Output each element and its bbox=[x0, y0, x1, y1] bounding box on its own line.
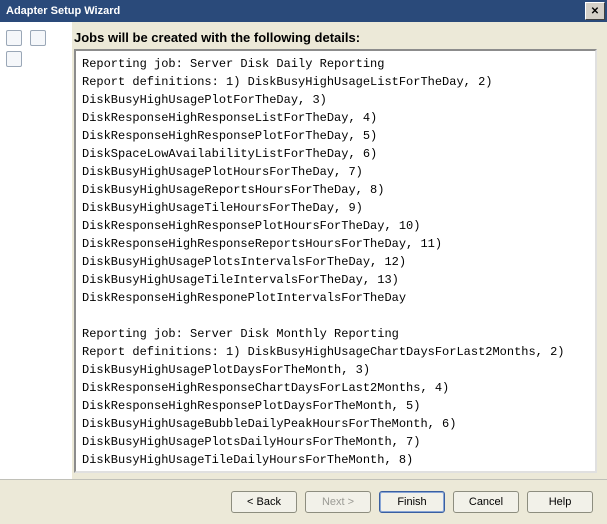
wizard-button-bar: < Back Next > Finish Cancel Help bbox=[0, 479, 607, 524]
wizard-main: Jobs will be created with the following … bbox=[72, 22, 607, 479]
finish-button[interactable]: Finish bbox=[379, 491, 445, 513]
details-textbox[interactable]: Reporting job: Server Disk Daily Reporti… bbox=[76, 51, 595, 471]
details-textbox-frame: Reporting job: Server Disk Daily Reporti… bbox=[74, 49, 597, 473]
wizard-body: Jobs will be created with the following … bbox=[0, 22, 607, 524]
titlebar: Adapter Setup Wizard ✕ bbox=[0, 0, 607, 22]
page-heading: Jobs will be created with the following … bbox=[74, 30, 597, 45]
next-button: Next > bbox=[305, 491, 371, 513]
back-button[interactable]: < Back bbox=[231, 491, 297, 513]
window-title: Adapter Setup Wizard bbox=[6, 5, 585, 17]
close-button[interactable]: ✕ bbox=[585, 2, 605, 20]
wizard-sidebar bbox=[0, 22, 72, 479]
wizard-window: Adapter Setup Wizard ✕ Jobs will be crea… bbox=[0, 0, 607, 524]
cancel-button[interactable]: Cancel bbox=[453, 491, 519, 513]
wizard-step-indicator bbox=[6, 51, 22, 67]
help-button[interactable]: Help bbox=[527, 491, 593, 513]
wizard-step-indicator bbox=[6, 30, 22, 46]
close-icon: ✕ bbox=[591, 6, 599, 17]
top-section: Jobs will be created with the following … bbox=[0, 22, 607, 479]
wizard-step-indicator bbox=[30, 30, 46, 46]
